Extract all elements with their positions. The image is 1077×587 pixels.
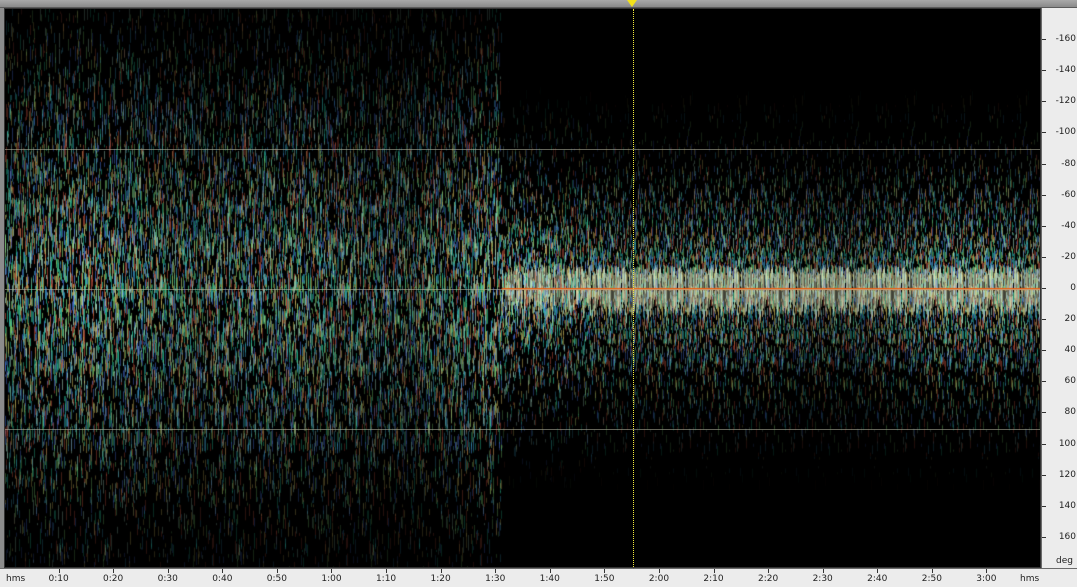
degree-tick [1042,319,1046,321]
time-tick-label: 0:40 [212,574,233,584]
time-tick-label: 1:30 [485,574,506,584]
time-tick-label: 2:50 [921,574,942,584]
degree-tick [1042,505,1046,507]
degree-tick-label: -160 [1055,34,1076,45]
degree-tick [1042,443,1046,445]
time-tick [331,569,333,573]
degree-tick-label: 140 [1058,500,1076,511]
degree-tick [1042,350,1046,352]
degree-tick [1042,412,1046,414]
time-tick-label: 1:00 [321,574,342,584]
playhead-marker-icon[interactable] [627,0,637,7]
degree-tick-label: -140 [1055,65,1076,76]
time-tick-label: 0:20 [103,574,124,584]
time-tick-label: 0:10 [48,574,69,584]
degree-tick [1042,536,1046,538]
time-tick [549,569,551,573]
time-unit-label-left: hms [6,574,26,584]
time-tick [440,569,442,573]
degree-tick-label: 60 [1064,376,1076,387]
degree-axis: -160 -140 -120 -100 -80 -60 -40 -20 0 20 40 60 80 100… [1041,8,1077,568]
degree-tick-label: 0 [1070,283,1076,293]
degree-tick-label: -100 [1055,127,1076,138]
time-tick [822,569,824,573]
time-tick [222,569,224,573]
time-tick-label: 1:20 [430,574,451,584]
time-tick [276,569,278,573]
degree-tick-label: 120 [1058,469,1076,480]
center-guide-line [5,289,1040,290]
degree-tick [1042,474,1046,476]
time-tick-label: 1:40 [539,574,560,584]
degree-tick-label: 80 [1064,407,1076,418]
guide-line [5,149,1040,150]
time-tick [113,569,115,573]
time-tick-label: 3:00 [976,574,997,584]
time-axis[interactable]: hms 0:10 0:20 0:30 0:40 0:50 1:00 1:10 1:20 1:30… [0,568,1077,587]
time-tick-label: 1:10 [375,574,397,584]
degree-tick [1042,225,1046,227]
degree-tick-label: 40 [1064,345,1076,356]
time-tick [604,569,606,573]
degree-tick [1042,381,1046,383]
time-tick [877,569,879,573]
time-tick [167,569,169,573]
time-tick-label: 2:30 [812,574,833,584]
time-unit-label-right: hms [1020,574,1040,584]
degree-tick [1042,163,1046,165]
timeline-ruler-bar[interactable] [0,0,1077,8]
time-tick-label: 2:00 [648,574,670,584]
time-tick-label: 0:50 [266,574,287,584]
playhead-line[interactable] [633,9,634,567]
time-tick [931,569,933,573]
degree-tick [1042,288,1046,289]
time-tick-label: 0:30 [157,574,178,584]
time-tick [58,569,60,573]
degree-tick-label: -60 [1061,189,1076,200]
time-tick [658,569,660,573]
degree-tick [1042,101,1046,103]
degree-tick [1042,132,1046,134]
time-tick-label: 2:40 [867,574,888,584]
phase-scope-plot[interactable] [4,8,1041,568]
degree-unit-label: deg [1056,556,1073,566]
degree-tick-label: -80 [1061,158,1076,169]
degree-tick [1042,256,1046,258]
degree-tick [1042,194,1046,196]
guide-line [5,429,1040,430]
time-tick-label: 2:10 [703,574,724,584]
degree-tick-label: 160 [1058,531,1076,542]
time-tick [495,569,497,573]
degree-tick-label: 20 [1064,314,1076,325]
time-tick-label: 2:20 [757,574,779,584]
degree-tick [1042,39,1046,41]
degree-tick [1042,70,1046,72]
degree-tick-label: -20 [1061,251,1076,262]
time-tick [713,569,715,573]
time-tick [768,569,770,573]
time-tick-label: 1:50 [594,574,615,584]
degree-tick-label: -40 [1061,220,1076,231]
time-tick [986,569,988,573]
time-tick [386,569,388,573]
degree-tick-label: -120 [1055,96,1076,107]
degree-tick-label: 100 [1058,438,1076,449]
